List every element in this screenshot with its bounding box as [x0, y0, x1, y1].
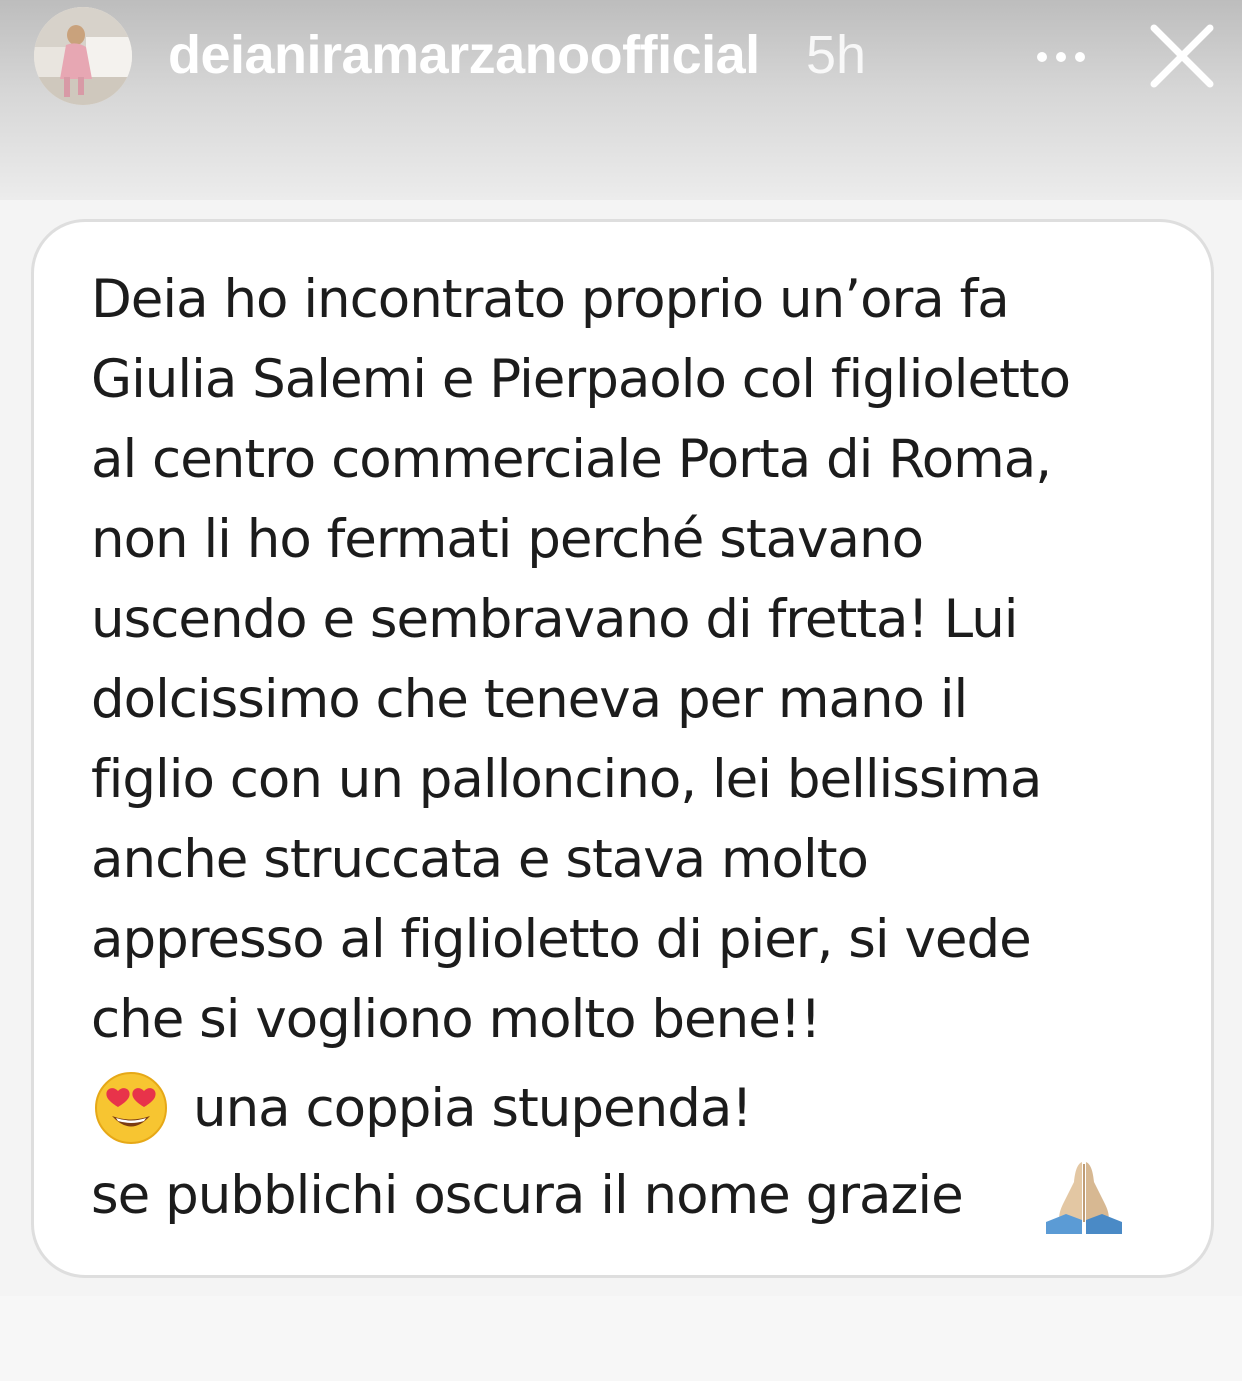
close-icon — [1150, 24, 1214, 88]
avatar[interactable] — [34, 7, 132, 105]
post-timestamp: 5h — [806, 25, 867, 85]
more-button[interactable] — [1030, 30, 1092, 84]
message-line: Giulia Salemi e Pierpaolo col figliolett… — [91, 349, 1071, 410]
message-line: non li ho fermati perché stavano — [91, 509, 924, 570]
message-line: figlio con un palloncino, lei bellissima — [91, 749, 1042, 810]
close-button[interactable] — [1148, 22, 1216, 90]
heart-eyes-emoji — [94, 1071, 168, 1150]
message-line: dolcissimo che teneva per mano il — [91, 669, 968, 730]
message-line: se pubblichi oscura il nome grazie — [91, 1165, 964, 1226]
message-line: anche struccata e stava molto — [91, 829, 869, 890]
username[interactable]: deianiramarzanoofficial — [168, 24, 760, 86]
folded-hands-emoji — [1042, 1156, 1126, 1241]
message-line: appresso al figlioletto di pier, si vede — [91, 909, 1032, 970]
message-line: Deia ho incontrato proprio un’ora fa — [91, 269, 1010, 330]
story-footer — [0, 1296, 1242, 1381]
message-line: una coppia stupenda! — [193, 1078, 753, 1139]
story-header: deianiramarzanoofficial 5h — [0, 0, 1242, 200]
message-line: uscendo e sembravano di fretta! Lui — [91, 589, 1019, 650]
avatar-photo — [34, 7, 132, 105]
message-line: al centro commerciale Porta di Roma, — [91, 429, 1052, 490]
message-line: che si vogliono molto bene!! — [91, 989, 821, 1050]
more-horizontal-icon — [1037, 52, 1085, 62]
